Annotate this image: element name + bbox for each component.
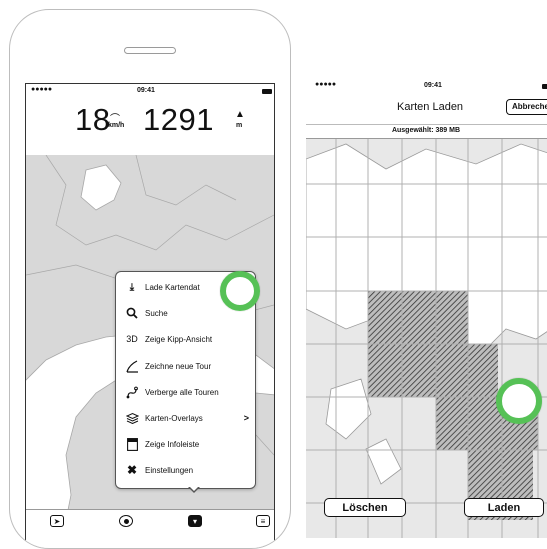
chevron-right-icon: > — [243, 413, 249, 423]
menu-pointer-fill — [189, 486, 199, 491]
menu-item-label: Zeichne neue Tour — [145, 361, 212, 371]
menu-item-label: Verberge alle Touren — [145, 387, 219, 397]
download-icon: ⤓ — [129, 281, 135, 293]
tile-grid — [306, 139, 547, 538]
menu-item-settings[interactable]: ✖ Einstellungen — [124, 460, 193, 480]
wrench-icon: ✖ — [126, 463, 138, 477]
cancel-button[interactable]: Abbrechen — [506, 99, 547, 115]
menu-item-label: Einstellungen — [145, 465, 194, 475]
touch-indicator — [496, 378, 542, 424]
altitude-unit: m — [236, 122, 243, 129]
menu-item-hide-tours[interactable]: Verberge alle Touren — [124, 382, 219, 402]
search-icon — [124, 306, 140, 320]
menu-item-label: Karten-Overlays — [145, 413, 203, 423]
menu-item-label: Suche — [145, 308, 168, 318]
header-divider — [306, 124, 547, 125]
menu-item-map-overlays[interactable]: Karten-Overlays > — [124, 408, 249, 428]
list-icon[interactable]: ≡ — [256, 515, 270, 527]
page-title: Karten Laden — [397, 101, 464, 113]
speed-unit: km/h — [108, 122, 125, 129]
menu-item-tilt-view[interactable]: 3D Zeige Kipp-Ansicht — [124, 329, 212, 349]
altitude-value: 1291 — [143, 102, 214, 137]
layers-icon — [124, 411, 140, 425]
delete-button[interactable]: Löschen — [324, 498, 406, 517]
draw-line-icon — [124, 359, 140, 373]
menu-item-search[interactable]: Suche — [124, 303, 168, 323]
mountain-icon: ▲ — [235, 109, 245, 120]
menu-item-load-map-data[interactable]: ⤓ Lade Kartendat — [124, 277, 200, 297]
3d-icon: 3D — [126, 334, 138, 344]
load-button[interactable]: Laden — [464, 498, 544, 517]
chat-bubble-icon[interactable]: ▾ — [188, 515, 202, 527]
menu-item-info-bar[interactable]: Zeige Infoleiste — [124, 434, 199, 454]
tile-selection-map[interactable] — [306, 139, 547, 538]
bottom-tab-bar: ➤ ▾ ≡ — [26, 509, 274, 548]
record-icon[interactable] — [119, 515, 133, 527]
menu-item-label: Zeige Infoleiste — [145, 439, 200, 449]
map-screen: ●●●●● 09:41 18 ⌒ km/h 1291 ▲ m ⤓ Lade Ka… — [25, 83, 275, 548]
status-time: 09:41 — [137, 87, 155, 94]
battery-icon — [262, 89, 272, 94]
signal-dots: ●●●●● — [315, 81, 337, 88]
menu-item-draw-tour[interactable]: Zeichne neue Tour — [124, 356, 211, 376]
touch-indicator — [220, 271, 260, 311]
location-arrow-icon[interactable]: ➤ — [50, 515, 64, 527]
battery-icon — [542, 84, 547, 89]
phone-speaker — [124, 47, 176, 54]
menu-item-label: Lade Kartendat — [145, 282, 200, 292]
download-maps-screen: ●●●●● 09:41 Karten Laden Abbrechen Ausge… — [306, 78, 547, 538]
selected-size-label: Ausgewählt: 389 MB — [391, 127, 461, 134]
info-bar-icon — [124, 437, 140, 451]
speed-value: 18 — [75, 102, 111, 137]
signal-dots: ●●●●● — [31, 86, 53, 93]
phone-frame-left: ●●●●● 09:41 18 ⌒ km/h 1291 ▲ m ⤓ Lade Ka… — [9, 9, 291, 549]
menu-item-label: Zeige Kipp-Ansicht — [145, 334, 213, 344]
status-time: 09:41 — [424, 82, 442, 89]
route-icon — [124, 385, 140, 399]
